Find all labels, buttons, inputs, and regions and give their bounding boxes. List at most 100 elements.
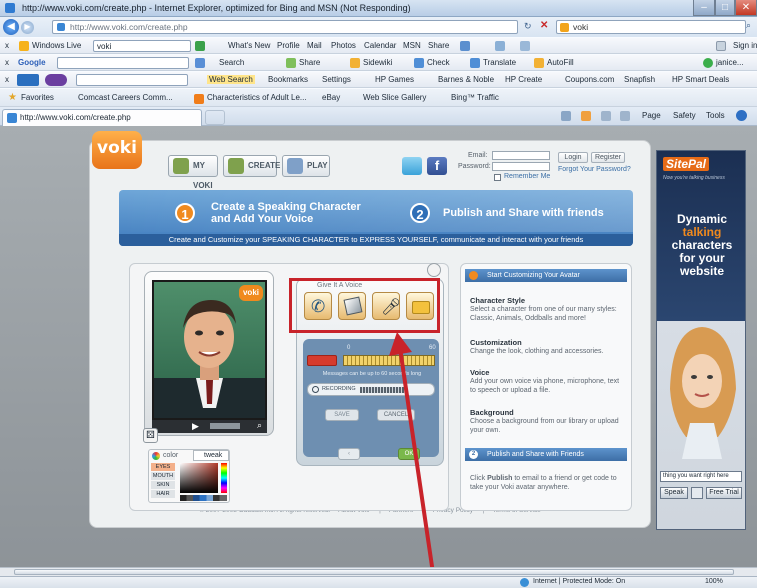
forgot-password-link[interactable]: Forgot Your Password? [558, 166, 631, 173]
page-menu[interactable]: Page [642, 111, 661, 120]
fav-adult-learners[interactable]: Characteristics of Adult Le... [207, 93, 307, 102]
google-check[interactable]: Check [427, 58, 450, 67]
voki-logo[interactable]: voki [92, 131, 142, 169]
live-msn[interactable]: MSN [403, 41, 421, 50]
color-gradient-picker[interactable] [180, 463, 218, 493]
part-eyes[interactable]: EYES [151, 463, 175, 471]
fav-comcast-careers[interactable]: Comcast Careers Comm... [78, 93, 173, 102]
hp-smart-deals[interactable]: HP Smart Deals [672, 75, 729, 84]
mail-icon[interactable] [601, 111, 611, 121]
print-icon[interactable] [620, 111, 630, 121]
voice-help-icon[interactable] [427, 263, 441, 277]
ad-sound-icon[interactable] [691, 487, 703, 499]
fav-ebay[interactable]: eBay [322, 93, 340, 102]
hp-web-search[interactable]: Web Search [207, 75, 255, 84]
part-hair[interactable]: HAIR [151, 490, 175, 498]
hp-barnes-noble[interactable]: Barnes & Noble [438, 75, 494, 84]
volume-slider[interactable] [210, 423, 240, 429]
close-window-button[interactable]: ✕ [735, 0, 757, 16]
google-toolbar-close-icon[interactable]: x [5, 58, 9, 67]
search-icon[interactable]: ⌕ [746, 20, 751, 31]
hp-toolbar-close-icon[interactable]: x [5, 75, 9, 84]
twitter-icon[interactable] [402, 157, 422, 175]
nav-create[interactable]: CREATE [223, 155, 280, 177]
remember-checkbox[interactable] [494, 174, 501, 181]
tab-voki[interactable]: http://www.voki.com/create.php [2, 109, 202, 126]
scroll-thumb[interactable] [14, 569, 734, 575]
ad-text-input[interactable]: thing you want right here [660, 471, 742, 482]
stop-icon[interactable]: ✕ [540, 20, 548, 31]
feeds-icon[interactable] [581, 111, 591, 121]
ad-speak-button[interactable]: Speak [660, 487, 688, 499]
hp-settings[interactable]: Settings [322, 75, 351, 84]
zoom-level[interactable]: 100% [705, 578, 723, 585]
voice-prev-button[interactable]: ‹ [338, 448, 360, 460]
nav-my-voki[interactable]: MY VOKI [168, 155, 218, 190]
voice-save-button[interactable]: SAVE [325, 409, 359, 421]
live-mail-icon[interactable] [495, 41, 505, 51]
hp-games[interactable]: HP Games [375, 75, 414, 84]
google-search-button[interactable]: Search [219, 58, 244, 67]
part-mouth[interactable]: MOUTH [151, 472, 175, 480]
randomize-dice-icon[interactable]: ⚄ [143, 428, 158, 443]
google-search-input[interactable] [57, 57, 189, 69]
live-mail[interactable]: Mail [307, 41, 322, 50]
tab-color[interactable]: color [163, 452, 178, 459]
tools-menu[interactable]: Tools [706, 111, 725, 120]
maximize-button[interactable]: □ [715, 0, 735, 16]
hp-create[interactable]: HP Create [505, 75, 542, 84]
hp-snapfish[interactable]: Snapfish [624, 75, 655, 84]
avatar-character[interactable] [154, 282, 265, 418]
facebook-icon[interactable]: f [427, 157, 447, 175]
back-button[interactable]: ◀ [3, 19, 19, 35]
nav-play[interactable]: PLAY [282, 155, 330, 177]
live-tools-icon[interactable] [520, 41, 530, 51]
live-profile[interactable]: Profile [277, 41, 300, 50]
minimize-button[interactable]: – [693, 0, 715, 16]
login-button[interactable]: Login [558, 152, 588, 163]
part-skin[interactable]: SKIN [151, 481, 175, 489]
toolbar-close-icon[interactable]: x [5, 41, 9, 50]
google-translate[interactable]: Translate [483, 58, 516, 67]
google-search-icon[interactable] [195, 58, 205, 68]
hp-search-input[interactable] [76, 74, 188, 86]
forward-button[interactable]: ▶ [21, 21, 34, 34]
live-calendar[interactable]: Calendar [364, 41, 396, 50]
swatch-row[interactable] [180, 495, 227, 501]
live-options-icon[interactable] [716, 41, 726, 51]
password-field[interactable] [492, 162, 550, 171]
hp-bookmarks[interactable]: Bookmarks [268, 75, 308, 84]
play-audio-icon[interactable]: ▶ [192, 421, 199, 432]
live-search-input[interactable]: voki [93, 40, 191, 52]
live-share[interactable]: Share [428, 41, 449, 50]
address-field[interactable]: http://www.voki.com/create.php [52, 20, 518, 34]
sitepal-ad[interactable]: SitePal Now you're talking business Dyna… [656, 150, 746, 530]
security-zone[interactable]: Internet | Protected Mode: On [533, 578, 625, 585]
favorites-button[interactable]: Favorites [21, 93, 54, 102]
live-search-button-icon[interactable] [195, 41, 205, 51]
refresh-icon[interactable]: ↻ [524, 21, 532, 32]
fav-web-slice-gallery[interactable]: Web Slice Gallery [363, 93, 426, 102]
help-icon[interactable] [736, 110, 747, 121]
google-account[interactable]: janice... [716, 58, 744, 67]
horizontal-scrollbar[interactable] [0, 567, 757, 576]
live-sign-in[interactable]: Sign in [733, 41, 757, 50]
fav-bing-traffic[interactable]: Bing™ Traffic [451, 93, 499, 102]
live-messenger-icon[interactable] [460, 41, 470, 51]
google-autofill[interactable]: AutoFill [547, 58, 574, 67]
search-field[interactable]: voki [556, 20, 746, 34]
email-field[interactable] [492, 151, 550, 160]
live-whats-new[interactable]: What's New [228, 41, 270, 50]
live-photos[interactable]: Photos [331, 41, 356, 50]
record-button[interactable] [307, 355, 337, 366]
register-button[interactable]: Register [591, 152, 625, 163]
new-tab-button[interactable] [205, 110, 225, 125]
hue-slider[interactable] [221, 463, 227, 493]
hp-coupons[interactable]: Coupons.com [565, 75, 614, 84]
home-icon[interactable] [561, 111, 571, 121]
zoom-icon[interactable]: ⌕ [257, 420, 262, 431]
google-sidewiki[interactable]: Sidewiki [363, 58, 392, 67]
google-share[interactable]: Share [299, 58, 320, 67]
safety-menu[interactable]: Safety [673, 111, 696, 120]
tab-tweak[interactable]: tweak [193, 450, 229, 461]
